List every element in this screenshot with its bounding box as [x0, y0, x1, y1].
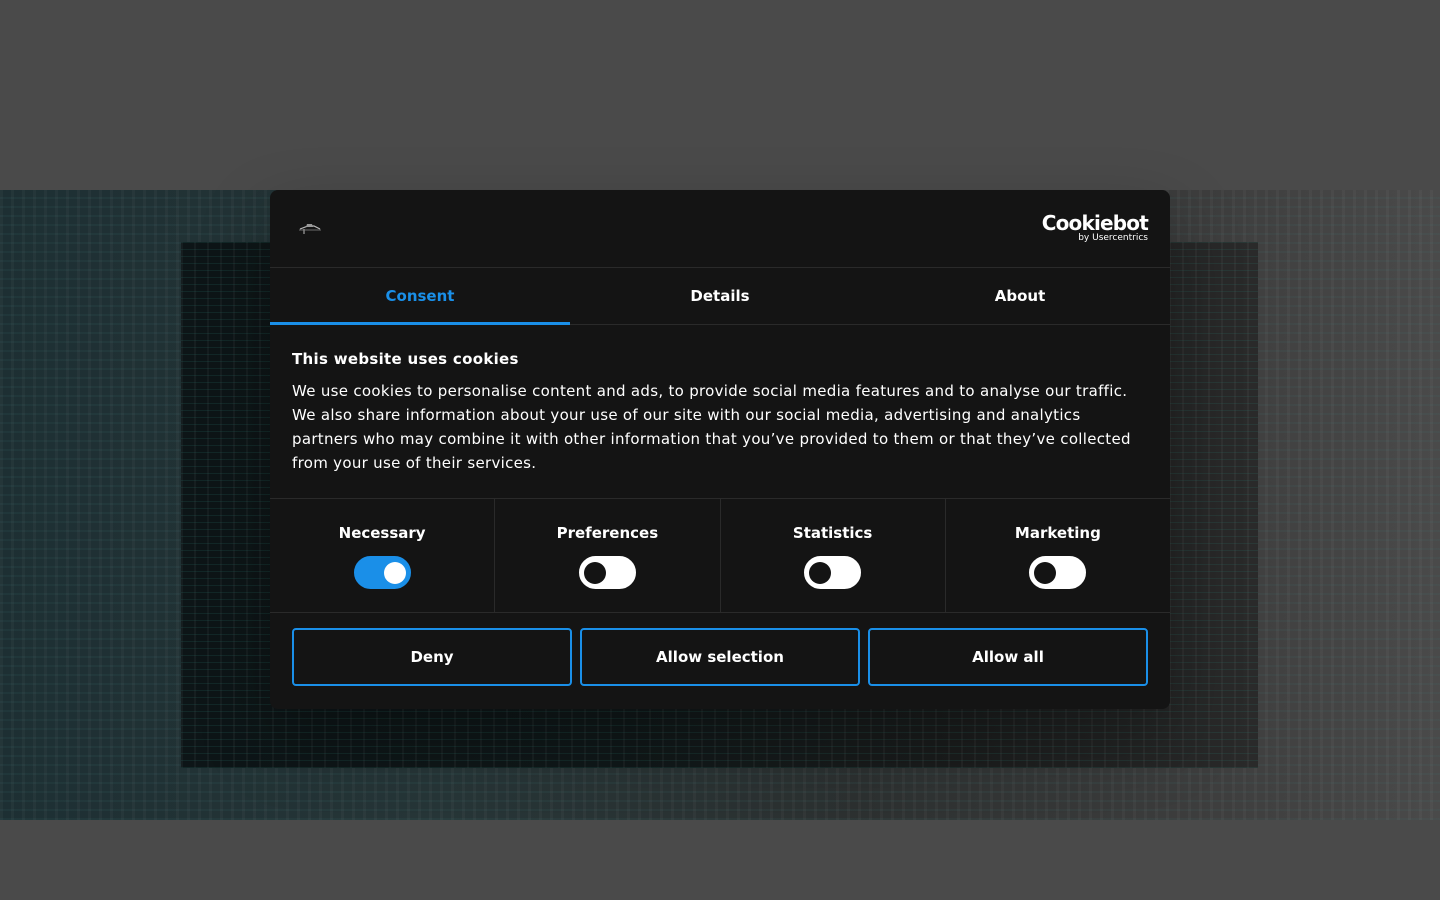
consent-title: This website uses cookies [292, 350, 519, 368]
consent-body: This website uses cookies We use cookies… [270, 325, 1170, 499]
necessary-toggle[interactable] [353, 556, 411, 589]
marketing-toggle[interactable] [1029, 556, 1087, 589]
consent-actions: Deny Allow selection Allow all [270, 613, 1170, 701]
allow-selection-button[interactable]: Allow selection [580, 628, 860, 686]
site-logo-icon [299, 224, 321, 234]
toggle-cell-necessary: Necessary [270, 499, 496, 612]
statistics-toggle[interactable] [804, 556, 862, 589]
toggle-knob [1034, 562, 1057, 584]
tab-about[interactable]: About [870, 268, 1170, 324]
tab-details[interactable]: Details [570, 268, 870, 324]
allow-all-button[interactable]: Allow all [868, 628, 1148, 686]
cookiebot-logo[interactable]: Cookiebot by Usercentrics [1041, 211, 1149, 243]
toggle-label-statistics: Statistics [792, 524, 873, 542]
toggle-knob [383, 562, 406, 584]
toggle-cell-marketing: Marketing [946, 499, 1170, 612]
toggle-label-preferences: Preferences [556, 524, 659, 542]
toggle-label-marketing: Marketing [1014, 524, 1101, 542]
cookie-consent-dialog: Cookiebot by Usercentrics Consent Detail… [270, 190, 1170, 709]
tab-bar: Consent Details About [270, 268, 1170, 325]
toggle-knob [583, 562, 606, 584]
tab-consent[interactable]: Consent [270, 268, 570, 325]
cookiebot-wordmark: Cookiebot [1041, 211, 1149, 235]
dialog-header: Cookiebot by Usercentrics [270, 190, 1170, 268]
consent-toggles: Necessary Preferences Statistics Marketi… [270, 499, 1170, 613]
toggle-knob [809, 562, 832, 584]
consent-text: We use cookies to personalise content an… [292, 382, 1131, 472]
preferences-toggle[interactable] [578, 556, 636, 589]
deny-button[interactable]: Deny [292, 628, 572, 686]
toggle-label-necessary: Necessary [338, 524, 426, 542]
toggle-cell-preferences: Preferences [495, 499, 721, 612]
toggle-cell-statistics: Statistics [721, 499, 946, 612]
